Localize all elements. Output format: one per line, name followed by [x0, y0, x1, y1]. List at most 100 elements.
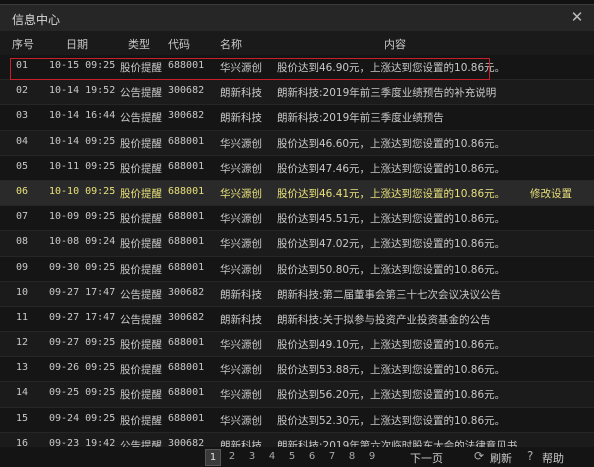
page-number-9[interactable]: 9 [365, 449, 379, 464]
table-row[interactable]: 08 10-08 09:24 股价提醒 688001 华兴源创 股价达到47.02元，上涨… [0, 231, 594, 257]
table-row[interactable]: 12 09-27 09:25 股价提醒 688001 华兴源创 股价达到49.10元，上涨… [0, 332, 594, 358]
table-row[interactable]: 09 09-30 09:25 股价提醒 688001 华兴源创 股价达到50.80元，上涨… [0, 256, 594, 282]
page-number-2[interactable]: 2 [225, 449, 239, 464]
row-content: 朗新科技:2019年前三季度业绩预告 [277, 112, 444, 125]
table-row[interactable]: 07 10-09 09:25 股价提醒 688001 华兴源创 股价达到45.51元，上涨… [0, 206, 594, 232]
row-name: 华兴源创 [220, 62, 262, 74]
row-index: 05 [16, 160, 29, 172]
row-name: 朗新科技 [220, 112, 262, 125]
row-index: 03 [16, 110, 29, 122]
table-row[interactable]: 14 09-25 09:25 股价提醒 688001 华兴源创 股价达到56.20元，上涨… [0, 382, 594, 408]
info-center-dialog: 信息中心 ✕ 序号 日期 类型 代码 名称 内容 01 10-15 09:25 股价… [0, 4, 594, 467]
page-number-8[interactable]: 8 [345, 449, 359, 464]
row-date: 10-14 16:44 [49, 110, 116, 122]
row-content: 股价达到49.10元，上涨达到您设置的10.86元。 [277, 339, 506, 352]
row-index: 10 [16, 286, 29, 298]
row-index: 11 [16, 311, 29, 323]
row-content: 股价达到53.88元，上涨达到您设置的10.86元。 [277, 364, 506, 377]
row-date: 09-27 17:47 [49, 286, 116, 298]
row-date: 10-10 09:25 [49, 185, 116, 197]
row-action-link[interactable]: 修改设置 [530, 186, 572, 201]
row-content: 股价达到47.02元，上涨达到您设置的10.86元。 [277, 238, 506, 251]
row-content: 股价达到46.90元，上涨达到您设置的10.86元。 [277, 62, 506, 74]
row-index: 09 [16, 261, 29, 273]
table-row[interactable]: 13 09-26 09:25 股价提醒 688001 华兴源创 股价达到53.88元，上涨… [0, 357, 594, 383]
help-button[interactable]: 帮助 [542, 450, 564, 466]
table-row[interactable]: 11 09-27 17:47 公告提醒 300682 朗新科技 朗新科技:关于拟参与投资产… [0, 306, 594, 333]
row-date: 10-15 09:25 [49, 60, 116, 71]
header-idx: 序号 [12, 38, 34, 51]
next-page-button[interactable]: 下一页 [410, 450, 443, 466]
dialog-titlebar: 信息中心 ✕ [0, 5, 594, 31]
row-content: 股价达到50.80元，上涨达到您设置的10.86元。 [277, 263, 506, 276]
row-content: 股价达到46.41元，上涨达到您设置的10.86元。 [277, 187, 506, 200]
row-code: 688001 [168, 412, 205, 424]
table-row[interactable]: 01 10-15 09:25 股价提醒 688001 华兴源创 股价达到46.90元，上涨… [0, 55, 594, 81]
header-name: 名称 [220, 38, 242, 51]
table-row[interactable]: 02 10-14 19:52 公告提醒 300682 朗新科技 朗新科技:2019年前三季… [0, 80, 594, 106]
row-index: 12 [16, 337, 29, 349]
row-name: 朗新科技 [220, 313, 262, 326]
table-row[interactable]: 04 10-14 09:25 股价提醒 688001 华兴源创 股价达到46.60元，上涨… [0, 130, 594, 156]
table-header: 序号 日期 类型 代码 名称 内容 [0, 31, 594, 56]
table-row[interactable]: 06 10-10 09:25 股价提醒 688001 华兴源创 股价达到46.41元，上涨… [0, 180, 594, 207]
row-type: 公告提醒 [120, 313, 162, 326]
row-content: 股价达到47.46元，上涨达到您设置的10.86元。 [277, 162, 506, 175]
page-number-7[interactable]: 7 [325, 449, 339, 464]
table-row[interactable]: 05 10-11 09:25 股价提醒 688001 华兴源创 股价达到47.46元，上涨… [0, 155, 594, 181]
row-code: 688001 [168, 60, 205, 71]
row-content: 股价达到56.20元，上涨达到您设置的10.86元。 [277, 389, 506, 402]
row-date: 09-27 17:47 [49, 311, 116, 323]
row-name: 华兴源创 [220, 364, 262, 377]
row-name: 朗新科技 [220, 87, 262, 100]
row-index: 13 [16, 362, 29, 374]
row-name: 华兴源创 [220, 339, 262, 352]
row-type: 股价提醒 [120, 213, 162, 226]
row-type: 股价提醒 [120, 162, 162, 175]
page-number-3[interactable]: 3 [245, 449, 259, 464]
page-number-4[interactable]: 4 [265, 449, 279, 464]
dialog-title: 信息中心 [12, 13, 61, 27]
row-code: 688001 [168, 261, 205, 273]
row-code: 300682 [168, 85, 205, 97]
row-index: 08 [16, 236, 29, 248]
row-date: 10-09 09:25 [49, 211, 116, 223]
message-list: 01 10-15 09:25 股价提醒 688001 华兴源创 股价达到46.90元，上涨… [0, 55, 594, 458]
row-name: 华兴源创 [220, 213, 262, 226]
row-content: 朗新科技:关于拟参与投资产业投资基金的公告 [277, 313, 491, 326]
close-icon[interactable]: ✕ [568, 8, 586, 26]
page-number-1[interactable]: 1 [205, 449, 221, 466]
row-content: 股价达到46.60元，上涨达到您设置的10.86元。 [277, 137, 506, 150]
row-type: 股价提醒 [120, 62, 162, 74]
row-type: 股价提醒 [120, 364, 162, 377]
table-row[interactable]: 15 09-24 09:25 股价提醒 688001 华兴源创 股价达到52.30元，上涨… [0, 407, 594, 433]
row-name: 华兴源创 [220, 238, 262, 251]
row-code: 688001 [168, 362, 205, 374]
row-name: 华兴源创 [220, 389, 262, 402]
row-content: 朗新科技:2019年前三季度业绩预告的补充说明 [277, 87, 497, 100]
row-index: 14 [16, 387, 29, 399]
page-number-5[interactable]: 5 [285, 449, 299, 464]
row-code: 688001 [168, 185, 205, 197]
row-type: 股价提醒 [120, 263, 162, 276]
row-date: 10-14 19:52 [49, 85, 116, 97]
row-type: 股价提醒 [120, 238, 162, 251]
refresh-button[interactable]: 刷新 [490, 450, 512, 466]
page-number-6[interactable]: 6 [305, 449, 319, 464]
header-type: 类型 [128, 38, 150, 51]
table-row[interactable]: 03 10-14 16:44 公告提醒 300682 朗新科技 朗新科技:2019年前三季… [0, 105, 594, 131]
row-name: 朗新科技 [220, 288, 262, 301]
table-row[interactable]: 10 09-27 17:47 公告提醒 300682 朗新科技 朗新科技:第二届董事会第三… [0, 281, 594, 307]
refresh-icon[interactable]: ⟳ [474, 449, 484, 463]
row-type: 股价提醒 [120, 339, 162, 352]
row-code: 300682 [168, 311, 205, 323]
row-code: 300682 [168, 110, 205, 122]
row-index: 01 [16, 60, 29, 71]
row-index: 07 [16, 211, 29, 223]
row-type: 股价提醒 [120, 187, 162, 200]
help-icon[interactable]: ? [527, 449, 533, 463]
row-type: 公告提醒 [120, 288, 162, 301]
row-index: 15 [16, 412, 29, 424]
row-code: 300682 [168, 286, 205, 298]
header-content: 内容 [384, 38, 406, 51]
